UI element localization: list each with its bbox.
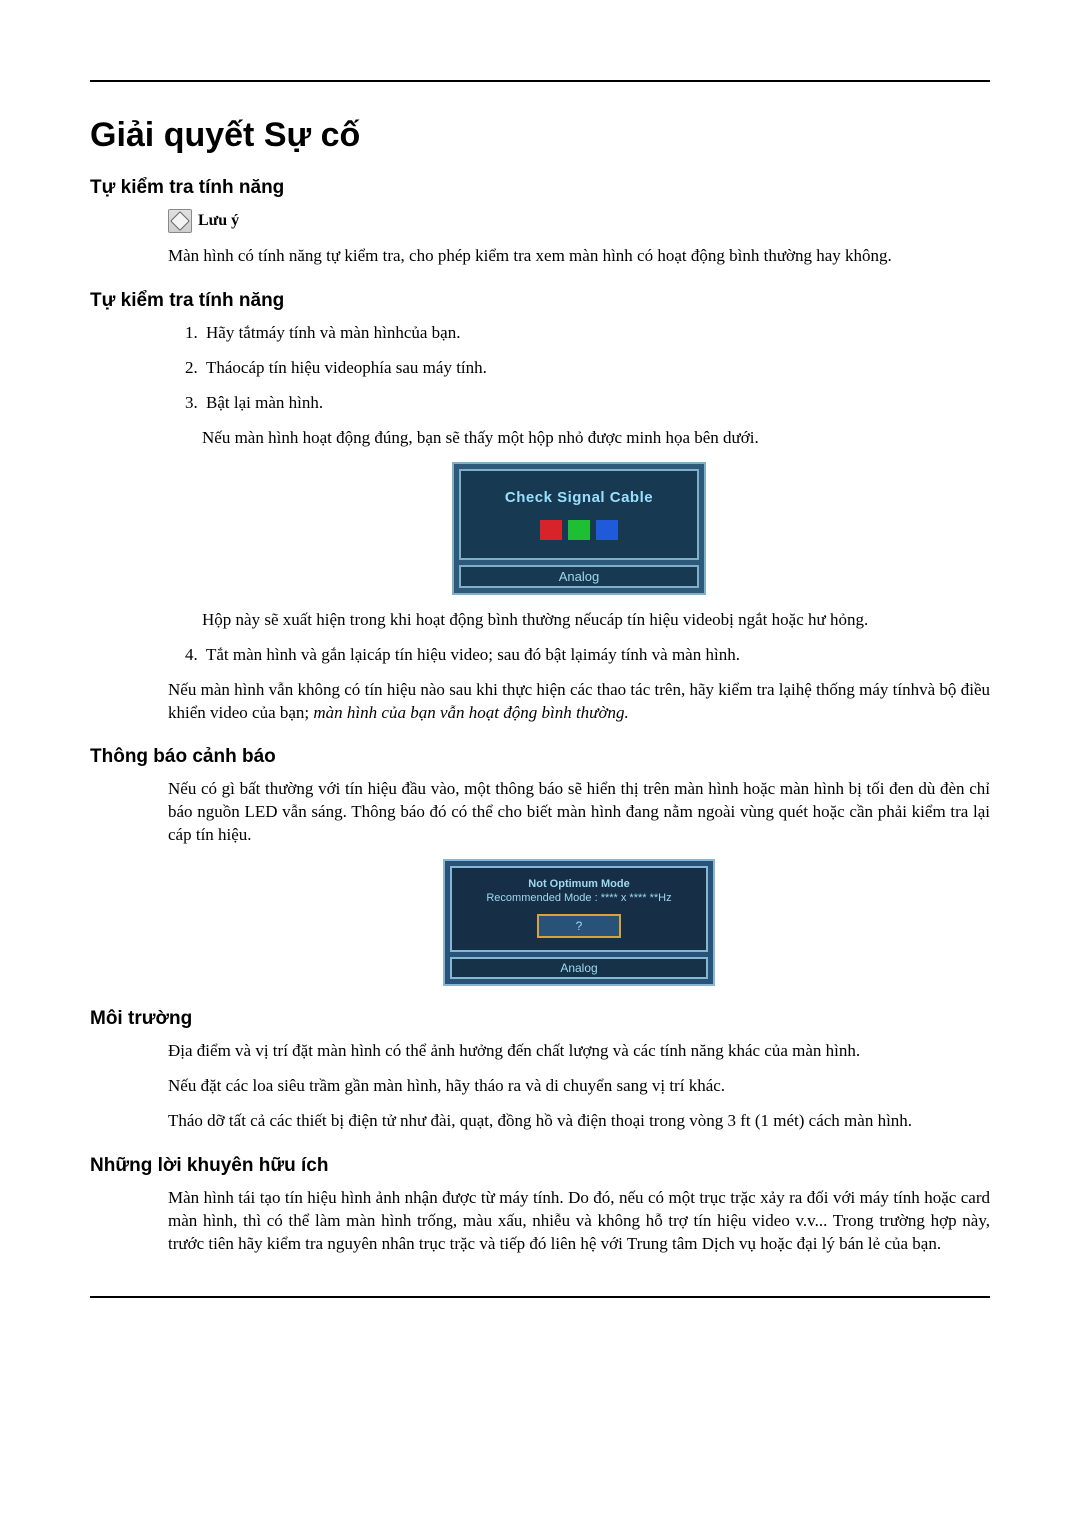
section5-content: Màn hình tái tạo tín hiệu hình ảnh nhận … <box>168 1187 990 1256</box>
after-step3-text: Nếu màn hình hoạt động đúng, bạn sẽ thấy… <box>202 427 990 450</box>
not-optimum-footer: Analog <box>450 957 708 979</box>
environment-p1: Địa điểm và vị trí đặt màn hình có thể ả… <box>168 1040 990 1063</box>
rgb-squares <box>469 520 689 540</box>
section2-content: Hãy tắtmáy tính và màn hìnhcủa bạn. Tháo… <box>168 322 990 725</box>
green-square-icon <box>568 520 590 540</box>
section2-closing: Nếu màn hình vẫn không có tín hiệu nào s… <box>168 679 990 725</box>
section1-content: Lưu ý Màn hình có tính năng tự kiểm tra,… <box>168 209 990 268</box>
not-optimum-line2: Recommended Mode : **** x **** **Hz <box>458 892 700 904</box>
environment-p3: Tháo dỡ tất cả các thiết bị điện tử như … <box>168 1110 990 1133</box>
not-optimum-button: ? <box>537 914 621 938</box>
section3-paragraph: Nếu có gì bất thường với tín hiệu đầu và… <box>168 778 990 847</box>
red-square-icon <box>540 520 562 540</box>
heading-useful-tips: Những lời khuyên hữu ích <box>90 1155 990 1177</box>
heading-self-test-feature: Tự kiểm tra tính năng <box>90 177 990 199</box>
note-label: Lưu ý <box>198 212 239 230</box>
note-line: Lưu ý <box>168 209 990 233</box>
note-icon <box>168 209 192 233</box>
document-page: Giải quyết Sự cố Tự kiểm tra tính năng L… <box>0 0 1080 1527</box>
check-signal-panel: Check Signal Cable <box>459 469 699 560</box>
list-item: Tháocáp tín hiệu videophía sau máy tính. <box>202 357 990 380</box>
procedure-list-cont: Tắt màn hình và gắn lạicáp tín hiệu vide… <box>168 644 990 667</box>
after-box-text: Hộp này sẽ xuất hiện trong khi hoạt động… <box>202 609 990 632</box>
environment-p2: Nếu đặt các loa siêu trầm gần màn hình, … <box>168 1075 990 1098</box>
heading-environment: Môi trường <box>90 1008 990 1030</box>
section4-content: Địa điểm và vị trí đặt màn hình có thể ả… <box>168 1040 990 1133</box>
section1-paragraph: Màn hình có tính năng tự kiểm tra, cho p… <box>168 245 990 268</box>
check-signal-footer: Analog <box>459 565 699 588</box>
useful-tips-paragraph: Màn hình tái tạo tín hiệu hình ảnh nhận … <box>168 1187 990 1256</box>
heading-self-test-procedure: Tự kiểm tra tính năng <box>90 290 990 312</box>
check-signal-title: Check Signal Cable <box>469 489 689 506</box>
list-item: Hãy tắtmáy tính và màn hìnhcủa bạn. <box>202 322 990 345</box>
not-optimum-panel: Not Optimum Mode Recommended Mode : ****… <box>450 866 708 952</box>
not-optimum-box: Not Optimum Mode Recommended Mode : ****… <box>443 859 715 986</box>
not-optimum-line1: Not Optimum Mode <box>458 878 700 890</box>
page-title: Giải quyết Sự cố <box>90 116 990 155</box>
list-item: Tắt màn hình và gắn lạicáp tín hiệu vide… <box>202 644 990 667</box>
procedure-list: Hãy tắtmáy tính và màn hìnhcủa bạn. Tháo… <box>168 322 990 415</box>
section3-content: Nếu có gì bất thường với tín hiệu đầu và… <box>168 778 990 986</box>
heading-warning-message: Thông báo cảnh báo <box>90 746 990 768</box>
list-item: Bật lại màn hình. <box>202 392 990 415</box>
check-signal-box: Check Signal Cable Analog <box>452 462 706 595</box>
bottom-rule <box>90 1296 990 1298</box>
closing-text-b: màn hình của bạn vẫn hoạt động bình thườ… <box>313 703 628 722</box>
blue-square-icon <box>596 520 618 540</box>
top-rule <box>90 80 990 82</box>
